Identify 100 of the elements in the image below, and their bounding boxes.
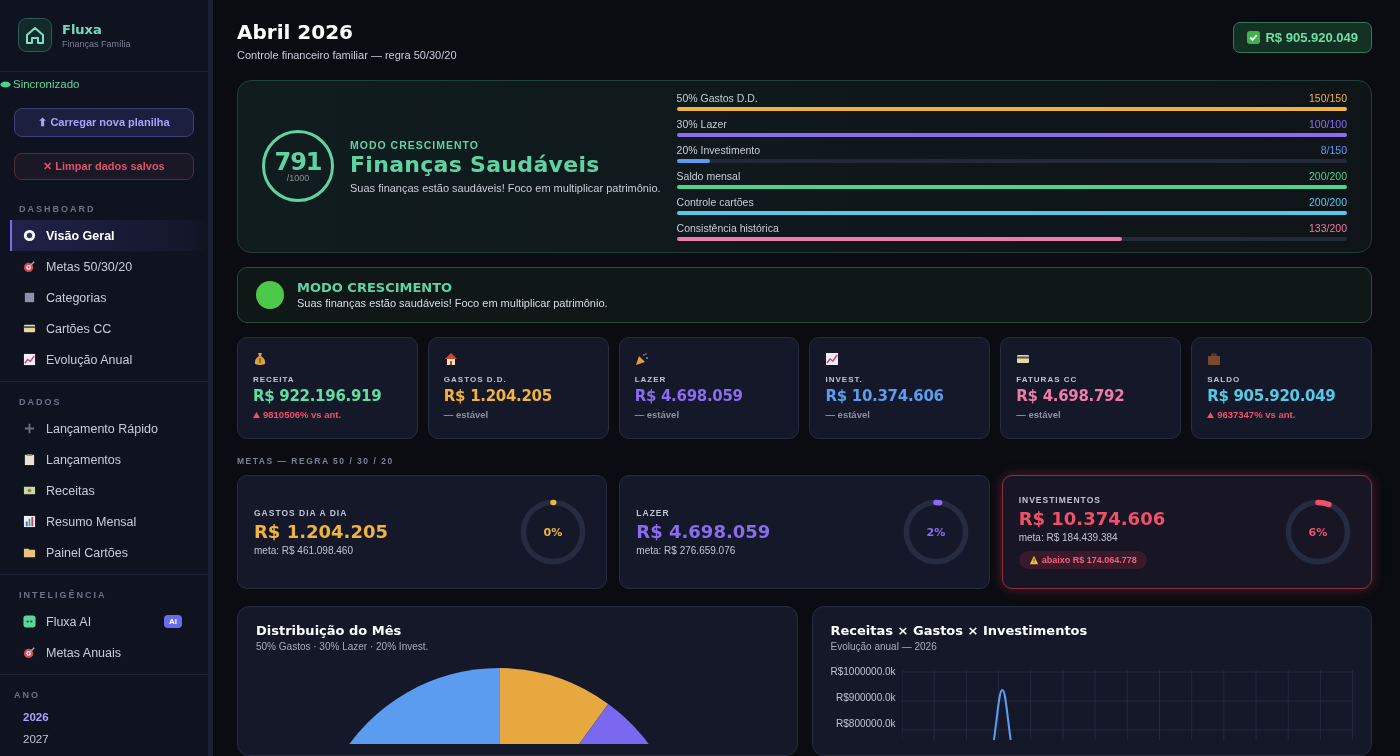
health-message: Suas finanças estão saudáveis! Foco em multiplicar patrimônio. xyxy=(350,181,661,194)
goal-label: GASTOS DIA A DIA xyxy=(254,508,349,518)
nav-item[interactable]: Categorias xyxy=(10,282,208,313)
banknote-icon xyxy=(23,484,36,497)
house-logo-icon xyxy=(18,18,52,52)
house-icon xyxy=(443,352,458,366)
bar-value: 150/150 xyxy=(1309,91,1347,104)
axis-label: R$900000.0k xyxy=(835,692,896,703)
bar-chart-icon xyxy=(23,515,36,528)
bar-value: 133/200 xyxy=(1309,221,1347,234)
chart-subtitle: 50% Gastos · 30% Lazer · 20% Invest. xyxy=(256,641,430,652)
upload-button[interactable]: ⬆ Carregar nova planilha xyxy=(14,108,194,138)
kpi-value: R$ 10.374.606 xyxy=(825,387,945,405)
kpi-value: R$ 905.920.049 xyxy=(1207,387,1337,405)
warning-badge: abaixo R$ 174.064.778 xyxy=(1018,551,1147,569)
nav-item[interactable]: Resumo Mensal xyxy=(10,506,208,537)
kpi-label: GASTOS D.D. xyxy=(443,375,508,384)
check-icon xyxy=(1247,31,1261,44)
goal-target: meta: R$ 461.098.460 xyxy=(254,545,354,556)
section-label: DADOS xyxy=(18,396,63,409)
section-label: INTELIGÊNCIA xyxy=(18,588,108,602)
nav-item[interactable]: Metas Anuais xyxy=(10,637,208,668)
goal-target: meta: R$ 184.439.384 xyxy=(1018,532,1119,543)
brand-subtitle: Finanças Família xyxy=(62,38,131,49)
goal-value: R$ 4.698.059 xyxy=(636,521,771,542)
nav-item[interactable]: Metas 50/30/20 xyxy=(10,251,208,282)
brand-name: Fluxa xyxy=(62,21,103,37)
score-max: /1000 xyxy=(286,173,310,183)
bar-value: 200/200 xyxy=(1309,195,1347,208)
trend-text: 9637347% vs ant. xyxy=(1217,409,1296,420)
goal-target: meta: R$ 276.659.076 xyxy=(636,545,737,556)
trend-text: — estável xyxy=(443,409,489,420)
credit-card-icon xyxy=(23,322,36,335)
bar-label: Consistência histórica xyxy=(676,221,779,234)
bar-label: Controle cartões xyxy=(676,195,754,208)
credit-card-icon xyxy=(1016,352,1031,366)
chart-title: Receitas × Gastos × Investimentos xyxy=(830,623,1089,638)
party-popper-icon xyxy=(634,352,649,366)
kpi-label: INVEST. xyxy=(825,375,864,384)
cloud-icon xyxy=(0,80,11,88)
chart-subtitle: Evolução anual — 2026 xyxy=(830,641,938,652)
target-icon xyxy=(23,646,36,659)
nav-item[interactable]: Painel Cartões xyxy=(10,537,208,568)
page-subtitle: Controle financeiro familiar — regra 50/30/20 xyxy=(237,49,457,61)
kpi-label: FATURAS CC xyxy=(1016,375,1079,384)
goal-label: LAZER xyxy=(636,508,671,518)
year-item[interactable]: 2027 xyxy=(0,728,208,750)
kpi-value: R$ 922.196.919 xyxy=(253,387,383,405)
robot-icon xyxy=(23,615,36,628)
bar-label: 20% Investimento xyxy=(676,143,761,156)
line-chart-icon xyxy=(23,353,36,366)
nav-item[interactable]: Lançamento Rápido xyxy=(10,413,208,444)
kpi-value: R$ 1.204.205 xyxy=(443,387,553,405)
ai-badge: AI xyxy=(164,615,182,628)
radio-icon xyxy=(23,229,36,242)
briefcase-icon xyxy=(1207,352,1222,366)
trend-text: — estável xyxy=(825,409,870,420)
goal-label: INVESTIMENTOS xyxy=(1018,495,1102,505)
bar-value: 100/100 xyxy=(1309,117,1347,130)
bar-label: Saldo mensal xyxy=(676,169,741,182)
kpi-label: SALDO xyxy=(1207,375,1242,384)
bar-label: 30% Lazer xyxy=(676,117,727,130)
sync-status: Sincronizado xyxy=(13,78,80,90)
mode-label: MODO CRESCIMENTO xyxy=(350,138,480,151)
banner-message: Suas finanças estão saudáveis! Foco em multiplicar patrimônio. xyxy=(297,297,608,310)
goal-value: R$ 10.374.606 xyxy=(1018,508,1166,529)
target-icon xyxy=(23,260,36,273)
kpi-value: R$ 4.698.059 xyxy=(634,387,744,405)
page-title: Abril 2026 xyxy=(237,20,354,44)
nav-item[interactable]: Evolução Anual xyxy=(10,344,208,375)
square-icon xyxy=(23,291,36,304)
section-label: DASHBOARD xyxy=(18,203,97,216)
section-heading: METAS — REGRA 50 / 30 / 20 xyxy=(237,456,395,466)
clipboard-icon xyxy=(23,453,36,466)
goal-value: R$ 1.204.205 xyxy=(254,521,388,542)
line-chart-icon xyxy=(825,352,840,366)
trend-text: — estável xyxy=(1016,409,1061,420)
banner-title: MODO CRESCIMENTO xyxy=(297,280,454,296)
money-bag-icon xyxy=(253,352,267,366)
clear-data-button[interactable]: ✕ Limpar dados salvos xyxy=(14,153,194,180)
kpi-label: RECEITA xyxy=(253,375,296,384)
chart-title: Distribuição do Mês xyxy=(256,623,403,638)
trend-text: — estável xyxy=(634,409,680,420)
axis-label: R$1000000.0k xyxy=(830,666,896,677)
bar-label: 50% Gastos D.D. xyxy=(676,91,758,104)
kpi-label: LAZER xyxy=(634,375,668,384)
nav-item[interactable]: Cartões CC xyxy=(10,313,208,344)
nav-item[interactable]: Receitas xyxy=(10,475,208,506)
folder-icon xyxy=(23,546,36,559)
bar-value: 200/200 xyxy=(1309,169,1347,182)
nav-item[interactable]: Lançamentos xyxy=(10,444,208,475)
plus-icon xyxy=(23,422,36,435)
year-item[interactable]: 2026 xyxy=(0,706,208,728)
trend-text: 9810506% vs ant. xyxy=(263,409,342,420)
balance-badge: R$ 905.920.049 xyxy=(1233,22,1372,53)
score-value: 791 xyxy=(274,149,322,174)
nav-item[interactable]: Fluxa AI AI xyxy=(10,606,208,637)
health-title: Finanças Saudáveis xyxy=(350,151,601,177)
bar-value: 8/150 xyxy=(1320,143,1347,156)
section-label: ANO xyxy=(13,689,41,702)
